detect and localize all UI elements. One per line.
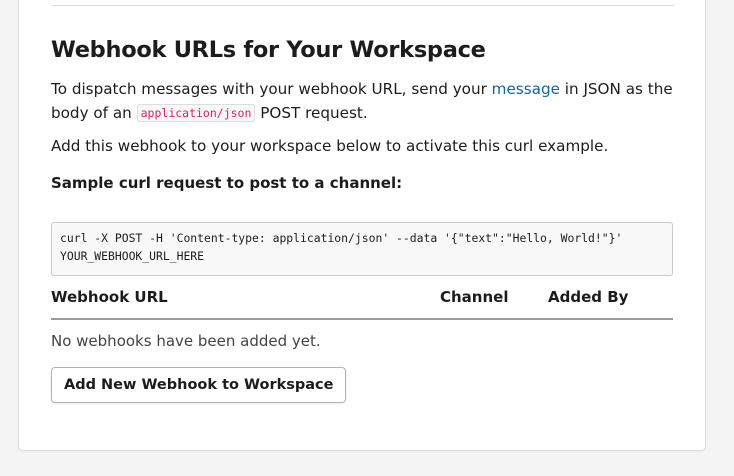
table-header: Webhook URL Channel Added By [51,283,673,320]
empty-message: No webhooks have been added yet. [51,332,321,350]
webhooks-card: Webhook URLs for Your Workspace To dispa… [18,0,706,451]
section-title: Webhook URLs for Your Workspace [51,37,486,63]
intro-text-start: To dispatch messages with your webhook U… [51,80,492,98]
column-header-channel: Channel [440,288,509,306]
sample-curl-label: Sample curl request to post to a channel… [51,174,403,192]
column-header-added-by: Added By [548,288,629,306]
content-type-code: application/json [136,104,256,122]
section-divider [52,5,674,6]
activation-note: Add this webhook to your workspace below… [51,137,609,155]
intro-paragraph: To dispatch messages with your webhook U… [51,77,683,126]
empty-table-row: No webhooks have been added yet. [51,320,673,360]
intro-text-end: POST request. [255,104,368,122]
message-link[interactable]: message [492,80,560,98]
webhooks-table: Webhook URL Channel Added By No webhooks… [51,283,673,360]
column-header-webhook-url: Webhook URL [51,288,168,306]
sample-curl-code[interactable]: curl -X POST -H 'Content-type: applicati… [51,222,673,277]
add-new-webhook-button[interactable]: Add New Webhook to Workspace [51,367,347,403]
